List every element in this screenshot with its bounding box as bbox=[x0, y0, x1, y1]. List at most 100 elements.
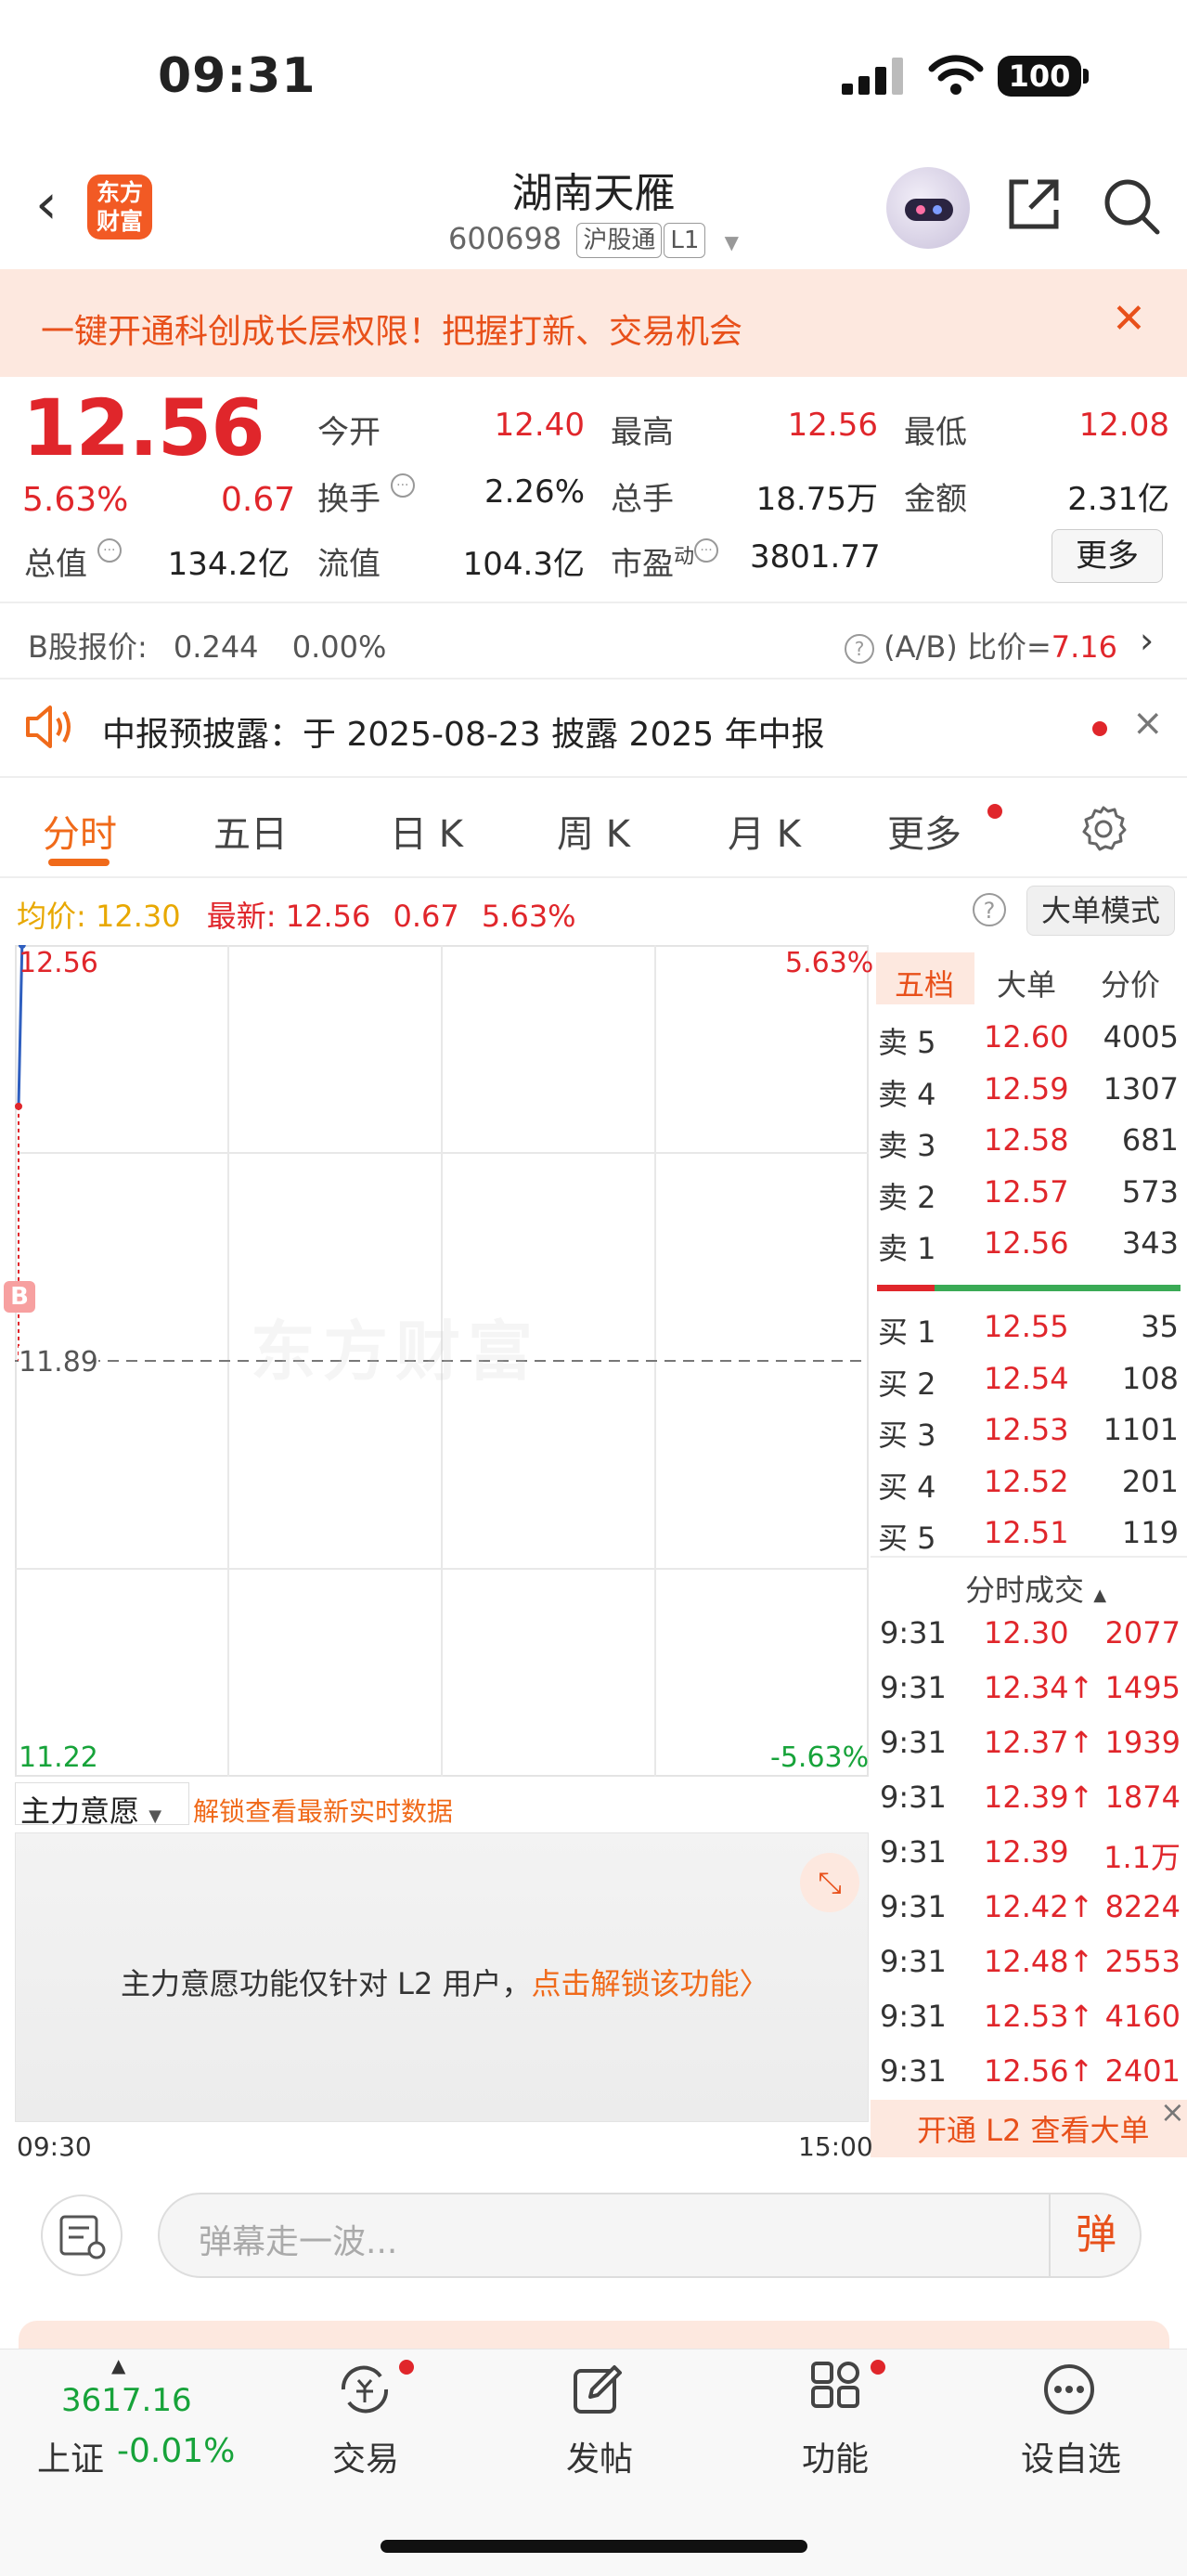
float-value: 104.3亿 bbox=[462, 546, 585, 583]
buy-marker[interactable]: B bbox=[4, 1281, 35, 1313]
notice-text[interactable]: 中报预披露：于 2025-08-23 披露 2025 年中报 bbox=[102, 707, 825, 756]
status-time: 09:31 bbox=[158, 48, 316, 104]
ab-ratio-value: 7.16 bbox=[1051, 629, 1118, 665]
share-icon[interactable] bbox=[1004, 175, 1064, 234]
divider bbox=[0, 776, 1187, 778]
tab-daily-k[interactable]: 日 K bbox=[390, 804, 463, 858]
nav-trade[interactable]: 交易 bbox=[332, 2432, 399, 2480]
danmu-button[interactable]: 弹 bbox=[1049, 2194, 1142, 2276]
unread-dot bbox=[871, 2360, 885, 2375]
tab-more[interactable]: 更多 bbox=[887, 804, 961, 858]
ask-price: 12.58 bbox=[984, 1122, 1069, 1158]
promo-banner-text[interactable]: 一键开通科创成长层权限！把握打新、交易机会 bbox=[41, 304, 742, 353]
trade-time: 9:31 bbox=[880, 1889, 947, 1924]
tab-level5[interactable]: 五档 bbox=[895, 962, 954, 1004]
tab-intraday[interactable]: 分时 bbox=[43, 804, 117, 858]
ask-volume: 1307 bbox=[1103, 1070, 1179, 1107]
current-price: 12.56 bbox=[22, 382, 265, 473]
search-icon[interactable] bbox=[1100, 175, 1163, 238]
info-icon[interactable]: ··· bbox=[694, 538, 719, 563]
bid-volume: 108 bbox=[1121, 1360, 1179, 1396]
tab-weekly-k[interactable]: 周 K bbox=[557, 804, 630, 858]
bid-label: 买 1 bbox=[878, 1314, 936, 1350]
close-icon[interactable]: × bbox=[1132, 702, 1164, 744]
tab-big-orders[interactable]: 大单 bbox=[997, 962, 1056, 1004]
trades-title[interactable]: 分时成交 ▲ bbox=[965, 1567, 1106, 1610]
close-icon[interactable]: × bbox=[1160, 2094, 1185, 2129]
gear-icon[interactable] bbox=[1079, 804, 1128, 852]
more-button[interactable]: 更多 bbox=[1052, 529, 1163, 583]
index-name[interactable]: 上证 bbox=[37, 2432, 104, 2480]
help-icon[interactable]: ? bbox=[973, 893, 1006, 926]
trade-volume: 1874 bbox=[1104, 1780, 1181, 1815]
unread-dot bbox=[987, 804, 1002, 819]
main-force-message: 主力意愿功能仅针对 L2 用户，点击解锁该功能〉 bbox=[121, 1961, 769, 2003]
expand-icon[interactable]: ⤡ bbox=[800, 1853, 859, 1912]
bid-price: 12.55 bbox=[984, 1309, 1069, 1344]
connect-tag: 沪股通 bbox=[576, 223, 663, 258]
bshare-row: B股报价: 0.244 0.00% bbox=[28, 624, 386, 667]
buy-pressure-bar bbox=[935, 1285, 1181, 1291]
trade-time: 9:31 bbox=[880, 2053, 947, 2089]
nav-functions[interactable]: 功能 bbox=[802, 2432, 869, 2480]
trade-volume: 1.1万 bbox=[1103, 1840, 1181, 1875]
nav-post[interactable]: 发帖 bbox=[566, 2432, 633, 2480]
divider bbox=[871, 1556, 1187, 1558]
comment-list-icon bbox=[59, 2215, 106, 2259]
x-end-label: 15:00 bbox=[798, 2131, 873, 2162]
bid-volume: 201 bbox=[1121, 1463, 1179, 1499]
dropdown-caret-icon[interactable]: ▼ bbox=[725, 231, 739, 253]
divider bbox=[0, 602, 1187, 603]
ask-volume: 573 bbox=[1121, 1173, 1179, 1210]
danmu-placeholder[interactable]: 弹幕走一波... bbox=[199, 2215, 397, 2263]
trade-time: 9:31 bbox=[880, 1670, 947, 1705]
tab-price-split[interactable]: 分价 bbox=[1101, 962, 1160, 1004]
big-order-mode-button[interactable]: 大单模式 bbox=[1026, 886, 1175, 936]
mktcap-label: 总值 ··· bbox=[24, 538, 122, 584]
ask-label: 卖 2 bbox=[878, 1179, 936, 1215]
index-value[interactable]: 3617.16 bbox=[61, 2382, 192, 2419]
latest-label: 最新: bbox=[206, 899, 277, 934]
functions-icon[interactable] bbox=[807, 2362, 863, 2417]
avg-value: 12.30 bbox=[95, 899, 181, 934]
level-tag: L1 bbox=[664, 223, 706, 258]
pe-label-text: 市盈 bbox=[611, 546, 674, 583]
trade-time: 9:31 bbox=[880, 1725, 947, 1760]
ab-ratio-label: (A/B) 比价= bbox=[884, 629, 1052, 665]
chart-watermark: 东方财富 bbox=[251, 1314, 540, 1390]
post-icon[interactable] bbox=[570, 2362, 626, 2417]
info-icon[interactable]: ··· bbox=[390, 473, 415, 498]
turnover-label: 换手 ··· bbox=[317, 473, 415, 519]
trade-price: 12.30 bbox=[984, 1615, 1069, 1650]
ask-price: 12.57 bbox=[984, 1173, 1069, 1210]
turnover-label-text: 换手 bbox=[317, 481, 381, 518]
ask-price: 12.59 bbox=[984, 1070, 1069, 1107]
help-icon[interactable]: ? bbox=[845, 634, 874, 664]
bid-volume: 119 bbox=[1121, 1515, 1179, 1550]
close-icon[interactable]: ✕ bbox=[1112, 295, 1146, 343]
float-label: 流值 bbox=[317, 546, 381, 583]
chevron-right-icon[interactable]: › bbox=[1140, 620, 1154, 661]
trade-time: 9:31 bbox=[880, 1944, 947, 1979]
l2-upgrade-text[interactable]: 开通 L2 查看大单 bbox=[917, 2107, 1150, 2150]
trade-icon[interactable] bbox=[334, 2362, 395, 2417]
comment-list-button[interactable] bbox=[41, 2194, 123, 2276]
tab-monthly-k[interactable]: 月 K bbox=[728, 804, 801, 858]
main-force-unlock-link[interactable]: 解锁查看最新实时数据 bbox=[193, 1792, 453, 1829]
main-force-unlock-button[interactable]: 点击解锁该功能〉 bbox=[532, 1966, 769, 2001]
info-icon[interactable]: ··· bbox=[97, 538, 122, 563]
ask-label: 卖 5 bbox=[878, 1025, 936, 1060]
add-watchlist-icon[interactable] bbox=[1041, 2362, 1097, 2417]
open-label: 今开 bbox=[317, 414, 381, 451]
trades-title-text: 分时成交 bbox=[965, 1573, 1085, 1608]
active-tab-indicator bbox=[48, 859, 110, 866]
index-change[interactable]: -0.01% bbox=[117, 2432, 235, 2470]
ask-label: 卖 4 bbox=[878, 1076, 936, 1112]
tab-five-day[interactable]: 五日 bbox=[213, 804, 288, 858]
battery-tip bbox=[1083, 69, 1089, 84]
bid-price: 12.54 bbox=[984, 1360, 1069, 1396]
turnover-value: 2.26% bbox=[484, 473, 585, 511]
ab-ratio[interactable]: ? (A/B) 比价=7.16 bbox=[845, 624, 1117, 667]
ask-volume: 4005 bbox=[1103, 1019, 1179, 1055]
nav-add-watchlist[interactable]: 设自选 bbox=[1021, 2432, 1121, 2480]
